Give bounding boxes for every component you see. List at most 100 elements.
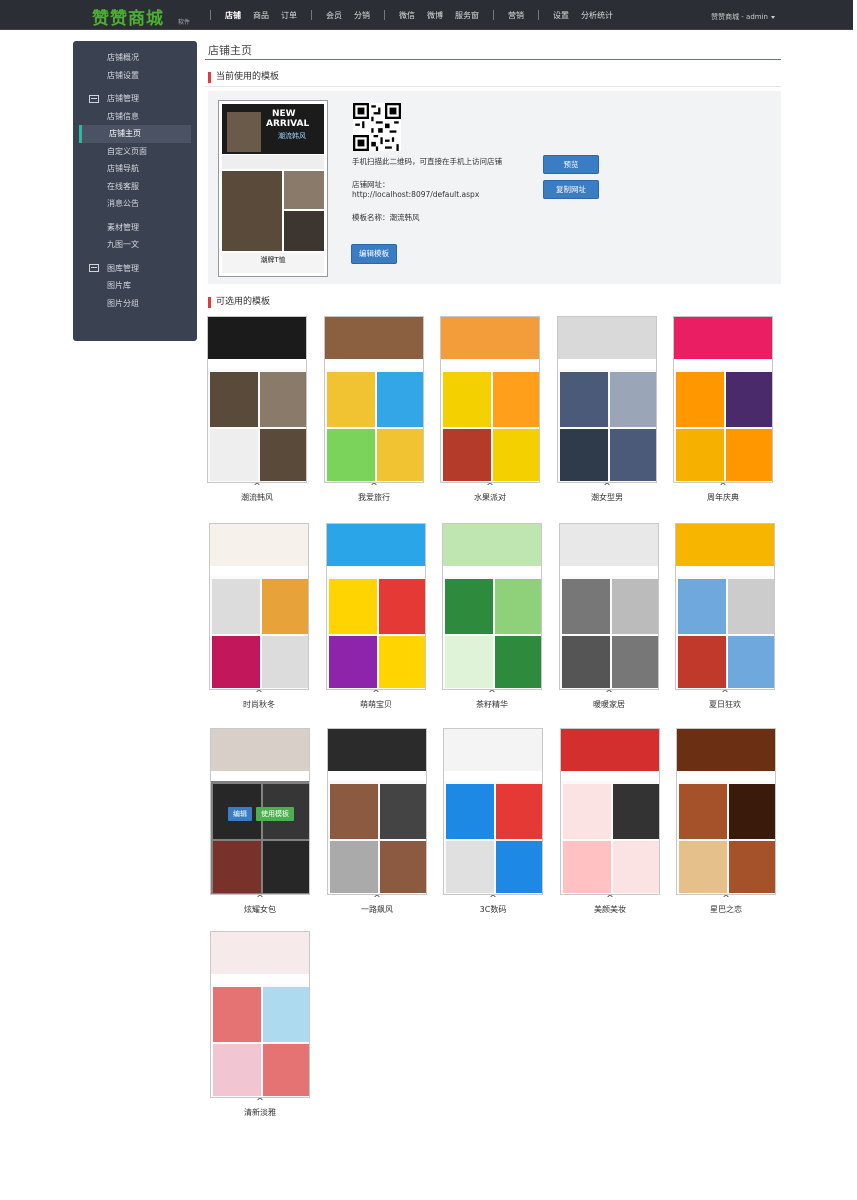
template-thumbnail[interactable]	[443, 728, 543, 895]
chevron-up-icon[interactable]: ^	[675, 690, 775, 699]
sidebar-item-store-settings[interactable]: 店铺设置	[73, 67, 197, 85]
sidebar-item-store-navigation[interactable]: 店铺导航	[73, 160, 197, 178]
template-card[interactable]: ^ 3C数码	[443, 728, 543, 915]
sidebar-item-store-overview[interactable]: 店铺概况	[73, 49, 197, 67]
template-thumbnail[interactable]	[326, 523, 426, 690]
template-card[interactable]: ^ 星巴之恋	[676, 728, 776, 915]
template-card[interactable]: ^ 水果派对	[440, 316, 540, 503]
sidebar-item-image-library[interactable]: 图片库	[73, 277, 197, 295]
template-card[interactable]: ^ 潮流韩风	[207, 316, 307, 503]
template-thumbnail[interactable]	[440, 316, 540, 483]
thumbnail-block	[211, 729, 309, 771]
nav-item-members[interactable]: 会员	[326, 10, 342, 21]
sidebar-item-materials[interactable]: 素材管理	[73, 219, 197, 237]
nav-item-service-window[interactable]: 服务窗	[455, 10, 479, 21]
sidebar-group-store-management[interactable]: 店铺管理	[73, 90, 197, 108]
sidebar-item-image-groups[interactable]: 图片分组	[73, 295, 197, 313]
thumbnail-block	[380, 784, 426, 839]
template-thumbnail[interactable]	[442, 523, 542, 690]
template-thumbnail[interactable]	[327, 728, 427, 895]
template-thumbnail[interactable]	[210, 931, 310, 1098]
current-template-thumbnail[interactable]: NEW ARRIVAL 潮流韩风 潮牌T恤	[218, 100, 328, 277]
sidebar-group-gallery[interactable]: 图库管理	[73, 260, 197, 278]
section-divider	[205, 86, 781, 87]
template-card[interactable]: 编辑 使用模板 ^ 炫耀女包	[210, 728, 310, 915]
chevron-up-icon[interactable]: ^	[209, 690, 309, 699]
copy-url-button[interactable]: 复制网址	[543, 180, 599, 199]
chevron-up-icon[interactable]: ^	[557, 483, 657, 492]
thumbnail-block	[563, 784, 611, 839]
user-menu[interactable]: 赞赞商城 - admin	[711, 12, 775, 22]
chevron-up-icon[interactable]: ^	[559, 690, 659, 699]
chevron-up-icon[interactable]: ^	[676, 895, 776, 904]
sidebar-item-custom-page[interactable]: 自定义页面	[73, 143, 197, 161]
chevron-up-icon[interactable]: ^	[560, 895, 660, 904]
template-card[interactable]: ^ 清新淡雅	[210, 931, 310, 1118]
template-thumbnail[interactable]	[560, 728, 660, 895]
chevron-up-icon[interactable]: ^	[210, 1098, 310, 1107]
chevron-up-icon[interactable]: ^	[440, 483, 540, 492]
template-thumbnail[interactable]	[673, 316, 773, 483]
nav-item-distribution[interactable]: 分销	[354, 10, 370, 21]
template-card[interactable]: ^ 茶籽精华	[442, 523, 542, 710]
store-url[interactable]: http://localhost:8097/default.aspx	[352, 190, 479, 199]
nav-divider	[538, 10, 539, 20]
nav-item-weibo[interactable]: 微博	[427, 10, 443, 21]
chevron-up-icon[interactable]: ^	[442, 690, 542, 699]
chevron-up-icon[interactable]: ^	[326, 690, 426, 699]
nav-item-wechat[interactable]: 微信	[399, 10, 415, 21]
template-card[interactable]: ^ 一路飙风	[327, 728, 427, 915]
chevron-up-icon[interactable]: ^	[210, 895, 310, 904]
thumbnail-block	[212, 579, 260, 634]
template-name: 水果派对	[474, 493, 506, 502]
sidebar-item-announcements[interactable]: 消息公告	[73, 195, 197, 213]
nav-item-products[interactable]: 商品	[253, 10, 269, 21]
store-url-label: 店铺网址：	[352, 180, 390, 189]
template-name: 星巴之恋	[710, 905, 742, 914]
template-thumbnail[interactable]	[207, 316, 307, 483]
template-thumbnail[interactable]	[675, 523, 775, 690]
thumbnail-block	[211, 974, 309, 984]
template-card[interactable]: ^ 时尚秋冬	[209, 523, 309, 710]
template-use-button[interactable]: 使用模板	[256, 807, 294, 821]
chevron-up-icon[interactable]: ^	[324, 483, 424, 492]
template-card[interactable]: ^ 周年庆典	[673, 316, 773, 503]
nav-divider	[493, 10, 494, 20]
sidebar-item-nine-images[interactable]: 九图一文	[73, 236, 197, 254]
sidebar-item-store-info[interactable]: 店铺信息	[73, 108, 197, 126]
nav-item-orders[interactable]: 订单	[281, 10, 297, 21]
nav-item-analytics[interactable]: 分析统计	[581, 10, 613, 21]
nav-item-marketing[interactable]: 营销	[508, 10, 524, 21]
template-card[interactable]: ^ 潮女型男	[557, 316, 657, 503]
template-card[interactable]: ^ 夏日狂欢	[675, 523, 775, 710]
thumbnail-block	[496, 841, 542, 893]
template-thumbnail[interactable]	[324, 316, 424, 483]
sidebar-item-store-homepage[interactable]: 店铺主页	[79, 125, 191, 143]
template-thumbnail[interactable]	[559, 523, 659, 690]
logo[interactable]: 赞赞商城	[92, 4, 164, 29]
template-thumbnail[interactable]: 编辑 使用模板	[210, 728, 310, 895]
template-card[interactable]: ^ 我爱旅行	[324, 316, 424, 503]
nav-item-settings[interactable]: 设置	[553, 10, 569, 21]
template-thumbnail[interactable]	[209, 523, 309, 690]
preview-button[interactable]: 预览	[543, 155, 599, 174]
template-card[interactable]: ^ 暖暖家居	[559, 523, 659, 710]
chevron-up-icon[interactable]: ^	[443, 895, 543, 904]
chevron-up-icon[interactable]: ^	[673, 483, 773, 492]
thumbnail-block	[210, 372, 258, 427]
sidebar-item-online-support[interactable]: 在线客服	[73, 178, 197, 196]
thumbnail-block	[613, 841, 659, 893]
nav-item-store[interactable]: 店铺	[225, 10, 241, 21]
chevron-up-icon[interactable]: ^	[327, 895, 427, 904]
chevron-up-icon[interactable]: ^	[207, 483, 307, 492]
template-thumbnail[interactable]	[676, 728, 776, 895]
thumbnail-block	[211, 771, 309, 781]
template-card[interactable]: ^ 美颜美妆	[560, 728, 660, 915]
template-thumbnail[interactable]	[557, 316, 657, 483]
page-title: 店铺主页	[208, 44, 252, 57]
edit-template-button[interactable]: 编辑模板	[351, 244, 397, 264]
thumbnail-block	[377, 429, 423, 481]
thumbnail-block	[496, 784, 542, 839]
template-edit-button[interactable]: 编辑	[228, 807, 252, 821]
template-card[interactable]: ^ 萌萌宝贝	[326, 523, 426, 710]
